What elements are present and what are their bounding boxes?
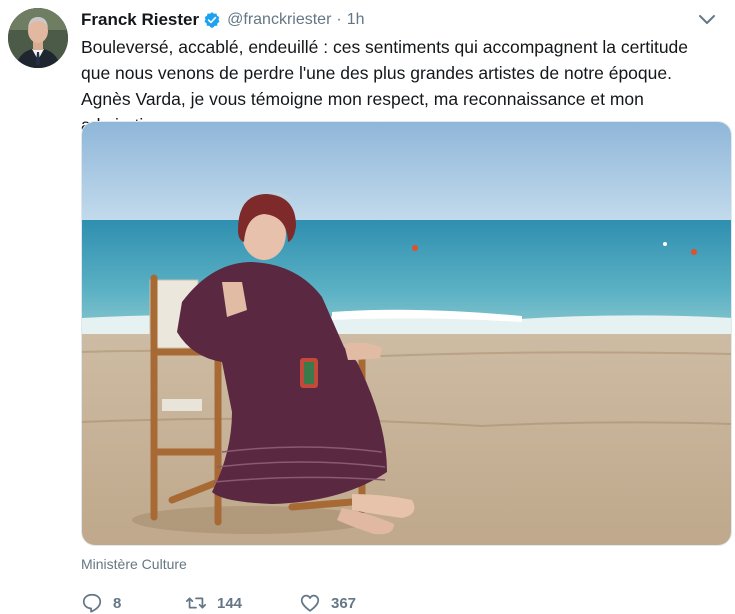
like-button[interactable]: 367: [299, 592, 399, 614]
author-name[interactable]: Franck Riester: [81, 10, 199, 30]
chevron-down-icon[interactable]: [697, 12, 717, 28]
tweet-actions: 8 144 367: [81, 592, 399, 614]
reply-button[interactable]: 8: [81, 592, 185, 614]
separator-dot: ·: [336, 11, 342, 28]
avatar[interactable]: [8, 8, 68, 68]
reply-icon: [81, 592, 103, 614]
retweet-count: 144: [217, 594, 243, 612]
tweet-header: Franck Riester @franckriester · 1h: [81, 8, 723, 32]
tweet: Franck Riester @franckriester · 1h Boule…: [0, 0, 735, 614]
tweet-photo[interactable]: [81, 121, 732, 546]
retweet-icon: [185, 592, 207, 614]
like-count: 367: [331, 594, 357, 612]
media-credit: Ministère Culture: [81, 556, 187, 572]
verified-badge-icon: [203, 11, 221, 29]
retweet-button[interactable]: 144: [185, 592, 299, 614]
heart-icon: [299, 592, 321, 614]
author-handle[interactable]: @franckriester: [227, 11, 331, 29]
tweet-timestamp[interactable]: 1h: [347, 11, 365, 29]
reply-count: 8: [113, 594, 122, 612]
